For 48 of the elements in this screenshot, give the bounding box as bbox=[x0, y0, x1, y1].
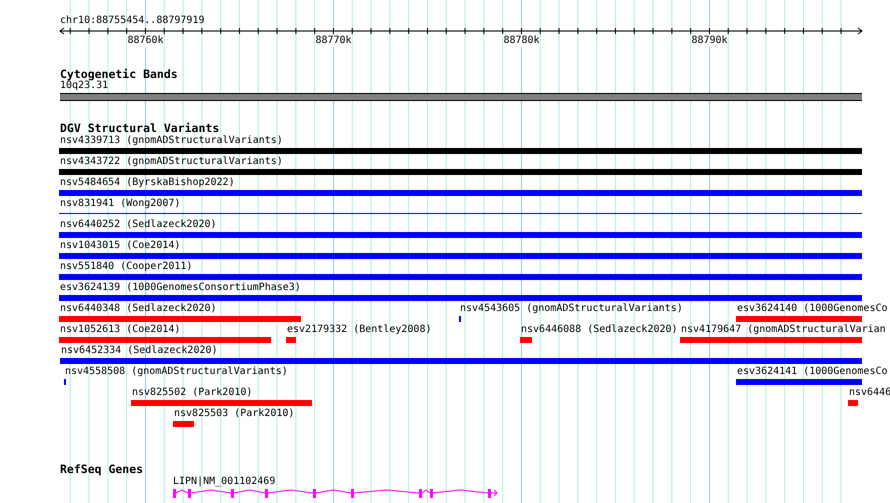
variant-label: nsv4179647 (gnomADStructuralVarian bbox=[681, 324, 886, 336]
variant-bar[interactable] bbox=[736, 379, 862, 385]
variant-bar[interactable] bbox=[59, 169, 862, 175]
variant-bar[interactable] bbox=[59, 190, 862, 196]
variant-bar[interactable] bbox=[59, 253, 862, 259]
variant-label: nsv4343722 (gnomADStructuralVariants) bbox=[60, 156, 283, 168]
variant-bar[interactable] bbox=[59, 337, 271, 343]
variant-label: nsv5484654 (ByrskaBishop2022) bbox=[60, 177, 235, 189]
variant-bar[interactable] bbox=[848, 400, 858, 406]
location-label: chr10:88755454..88797919 bbox=[60, 15, 206, 27]
tick-label: 88770k bbox=[315, 35, 352, 47]
variant-label: nsv1052613 (Coe2014) bbox=[60, 324, 180, 336]
track-title: RefSeq Genes bbox=[60, 463, 144, 476]
gene-label: LIPN|NM_001102469 bbox=[173, 476, 276, 488]
variant-label: nsv6440252 (Sedlazeck2020) bbox=[60, 219, 217, 231]
variant-label: nsv831941 (Wong2007) bbox=[60, 198, 180, 210]
variant-label: nsv4339713 (gnomADStructuralVariants) bbox=[60, 135, 283, 147]
variant-label: esv3624140 (1000GenomesCo bbox=[737, 303, 888, 315]
variant-label: esv3624141 (1000GenomesCo bbox=[737, 366, 888, 378]
variant-label: nsv825502 (Park2010) bbox=[132, 387, 252, 399]
tick-label: 88760k bbox=[127, 35, 164, 47]
variant-bar[interactable] bbox=[680, 337, 862, 343]
variant-bar[interactable] bbox=[59, 295, 862, 301]
tick-label: 88780k bbox=[503, 35, 540, 47]
track-title: DGV Structural Variants bbox=[60, 122, 220, 135]
variant-bar[interactable] bbox=[59, 274, 862, 280]
variant-bar[interactable] bbox=[59, 232, 862, 238]
variant-label: nsv6440348 (Sedlazeck2020) bbox=[60, 303, 217, 315]
band-label: 10q23.31 bbox=[60, 80, 108, 92]
variant-bar[interactable] bbox=[173, 421, 194, 427]
variant-label: nsv4558508 (gnomADStructuralVariants) bbox=[65, 366, 288, 378]
variant-label: nsv6452334 (Sedlazeck2020) bbox=[61, 345, 218, 357]
track-title: Cytogenetic Bands bbox=[60, 68, 178, 81]
variant-label: nsv1043015 (Coe2014) bbox=[60, 240, 180, 252]
variant-bar[interactable] bbox=[520, 337, 532, 343]
variant-label: esv2179332 (Bentley2008) bbox=[287, 324, 432, 336]
variant-label: nsv6446088 (Sedlazeck2020) bbox=[521, 324, 678, 336]
variant-bar[interactable] bbox=[131, 400, 312, 406]
variant-bar[interactable] bbox=[736, 316, 862, 322]
variant-bar[interactable] bbox=[60, 358, 862, 364]
variant-bar[interactable] bbox=[59, 316, 301, 322]
variant-bar[interactable] bbox=[59, 148, 862, 154]
variant-label: nsv825503 (Park2010) bbox=[174, 408, 294, 420]
variant-bar[interactable] bbox=[286, 337, 296, 343]
tick-label: 88790k bbox=[691, 35, 728, 47]
variant-label: esv3624139 (1000GenomesConsortiumPhase3) bbox=[60, 282, 301, 294]
variant-label: nsv551840 (Cooper2011) bbox=[60, 261, 192, 273]
variant-label: nsv4543605 (gnomADStructuralVariants) bbox=[460, 303, 683, 315]
